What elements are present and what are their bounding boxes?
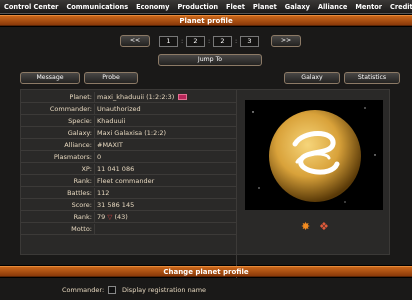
change-profile-title: Change planet profile <box>0 266 412 277</box>
nav-economy[interactable]: Economy <box>132 0 173 14</box>
coordinate-separator: : <box>181 37 184 45</box>
jump-to-button[interactable]: Jump To <box>158 54 262 66</box>
system-coordinate-input[interactable]: 2 <box>186 36 205 47</box>
rank-title-value: Fleet commander <box>94 176 236 186</box>
profile-row-score: Score: 31 586 145 <box>21 200 236 211</box>
battles-label: Battles: <box>67 189 92 197</box>
rank-change: (43) <box>114 213 128 221</box>
profile-row-planet: Planet: maxi_khaduuii (1:2:2:3) <box>21 92 236 103</box>
profile-row-galaxy: Galaxy: Maxi Galaxisa (1:2:2) <box>21 128 236 139</box>
planet-profile-panel: Planet: maxi_khaduuii (1:2:2:3) Commande… <box>20 89 390 279</box>
alliance-label: Alliance: <box>64 141 92 149</box>
display-registration-label: Display registration name <box>122 286 207 294</box>
planet-name: maxi_khaduuii (1:2:2:3) <box>97 93 175 101</box>
galaxy-coordinate-input[interactable]: 1 <box>159 36 178 47</box>
specie-value: Khaduuii <box>94 116 236 126</box>
motto-value <box>94 224 236 234</box>
commander-label: Commander: <box>49 105 92 113</box>
flag-icon <box>178 94 188 100</box>
commander-value: Unauthorized <box>94 104 236 114</box>
planet-image <box>245 100 383 210</box>
profile-row-specie: Specie: Khaduuii <box>21 116 236 127</box>
red-badge-icon: ❖ <box>319 220 329 233</box>
profile-row-alliance: Alliance: #MAXIT <box>21 140 236 151</box>
message-button[interactable]: Message <box>20 72 80 84</box>
motto-label: Motto: <box>71 225 92 233</box>
rank-title-label: Rank: <box>73 177 92 185</box>
profile-row-commander: Commander: Unauthorized <box>21 104 236 115</box>
previous-planet-button[interactable]: << <box>120 35 150 47</box>
nav-control-center[interactable]: Control Center <box>0 0 62 14</box>
score-value: 31 586 145 <box>94 200 236 210</box>
rank-number: 79 <box>97 213 106 221</box>
nav-galaxy[interactable]: Galaxy <box>281 0 314 14</box>
display-registration-checkbox[interactable] <box>108 286 116 294</box>
xp-value: 11 041 086 <box>94 164 236 174</box>
statistics-button[interactable]: Statistics <box>344 72 400 84</box>
nav-credits[interactable]: Credits <box>386 0 412 14</box>
commander-setting-label: Commander: <box>62 286 105 294</box>
rank-value: 79 ▽ (43) <box>94 212 236 222</box>
nav-alliance[interactable]: Alliance <box>314 0 351 14</box>
battles-value: 112 <box>94 188 236 198</box>
galaxy-button[interactable]: Galaxy <box>284 72 340 84</box>
plasmators-value: 0 <box>94 152 236 162</box>
specie-label: Specie: <box>68 117 92 125</box>
planet-image-panel: ✸ ❖ <box>236 90 391 279</box>
profile-row-battles: Battles: 112 <box>21 188 236 199</box>
nav-production[interactable]: Production <box>173 0 222 14</box>
nav-communications[interactable]: Communications <box>62 0 132 14</box>
rank-label: Rank: <box>73 213 92 221</box>
nav-fleet[interactable]: Fleet <box>222 0 249 14</box>
top-navigation: Control Center Communications Economy Pr… <box>0 0 412 14</box>
planet-label: Planet: <box>69 93 92 101</box>
orange-badge-icon: ✸ <box>301 220 311 233</box>
change-profile-form: Commander: Display registration name <box>0 278 412 300</box>
orbit-coordinate-input[interactable]: 2 <box>213 36 232 47</box>
plasmators-label: Plasmators: <box>53 153 92 161</box>
nav-planet[interactable]: Planet <box>249 0 281 14</box>
xp-label: XP: <box>81 165 92 173</box>
profile-row-plasmators: Plasmators: 0 <box>21 152 236 163</box>
profile-row-xp: XP: 11 041 086 <box>21 164 236 175</box>
nav-mentor[interactable]: Mentor <box>351 0 386 14</box>
coordinate-separator: : <box>235 37 238 45</box>
position-coordinate-input[interactable]: 3 <box>240 36 259 47</box>
score-label: Score: <box>71 201 92 209</box>
next-planet-button[interactable]: >> <box>271 35 301 47</box>
galaxy-value: Maxi Galaxisa (1:2:2) <box>94 128 236 138</box>
galaxy-label: Galaxy: <box>67 129 92 137</box>
page-title: Planet profile <box>0 15 412 26</box>
alliance-value: #MAXIT <box>94 140 236 150</box>
profile-row-motto: Motto: <box>21 224 236 235</box>
rank-change-icon: ▽ <box>107 213 113 221</box>
planet-illustration <box>252 107 376 203</box>
profile-row-rank: Rank: 79 ▽ (43) <box>21 212 236 223</box>
coordinate-separator: : <box>208 37 211 45</box>
probe-button[interactable]: Probe <box>84 72 138 84</box>
profile-row-rank-title: Rank: Fleet commander <box>21 176 236 187</box>
planet-value: maxi_khaduuii (1:2:2:3) <box>94 92 236 102</box>
